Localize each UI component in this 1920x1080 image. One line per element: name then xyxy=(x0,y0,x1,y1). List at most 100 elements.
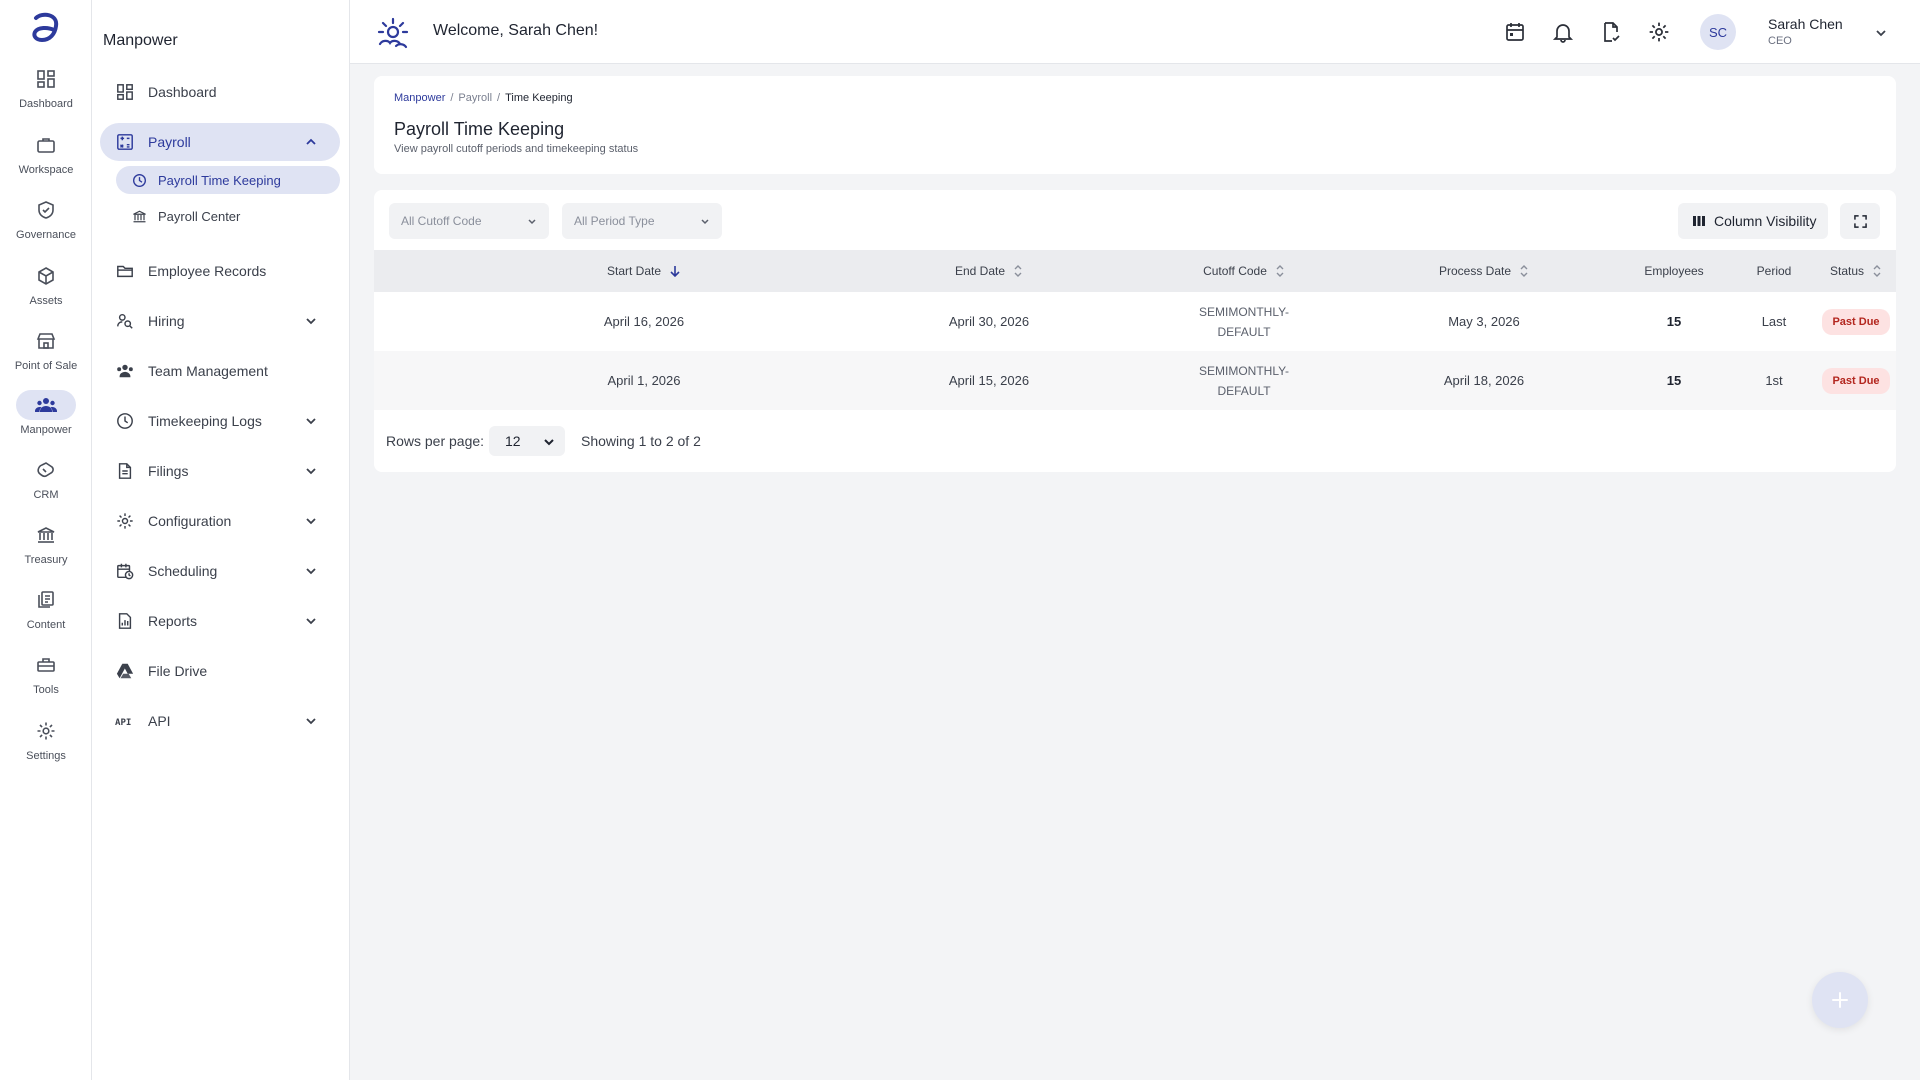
folder-open-icon xyxy=(114,260,136,282)
clock-icon xyxy=(130,171,148,189)
rows-per-page-select[interactable]: 12 xyxy=(489,426,565,456)
rail-item-treasury[interactable]: Treasury xyxy=(0,520,92,580)
add-fab-button[interactable] xyxy=(1812,972,1868,1028)
document-check-icon[interactable] xyxy=(1600,21,1622,43)
avatar[interactable]: SC xyxy=(1700,14,1736,50)
sidebar-item-payroll-center[interactable]: Payroll Center xyxy=(116,202,340,230)
store-icon xyxy=(16,326,76,356)
rows-per-page-label: Rows per page: xyxy=(386,433,485,449)
cell-status: Past Due xyxy=(1814,351,1896,410)
sidebar-item-configuration[interactable]: Configuration xyxy=(100,502,340,540)
sidebar-item-scheduling[interactable]: Scheduling xyxy=(100,552,340,590)
cell-start-date: April 1, 2026 xyxy=(607,372,681,388)
chevron-down-icon[interactable] xyxy=(304,714,318,728)
rail-item-point-of-sale[interactable]: Point of Sale xyxy=(0,326,92,386)
chevron-up-icon[interactable] xyxy=(304,135,318,149)
sidebar-item-file-drive[interactable]: File Drive xyxy=(100,652,340,690)
rows-per-page-value: 12 xyxy=(505,433,521,449)
sidebar-item-payroll[interactable]: Payroll xyxy=(100,123,340,161)
table-row[interactable]: April 16, 2026 April 30, 2026 SEMIMONTHL… xyxy=(374,292,1896,351)
page-subtitle: View payroll cutoff periods and timekeep… xyxy=(394,143,639,155)
drive-icon xyxy=(114,660,136,682)
sidebar-item-reports[interactable]: Reports xyxy=(100,602,340,640)
status-badge: Past Due xyxy=(1822,367,1890,394)
sidebar-item-team-management[interactable]: Team Management xyxy=(100,352,340,390)
rail-item-dashboard[interactable]: Dashboard xyxy=(0,64,92,124)
sidebar-item-hiring[interactable]: Hiring xyxy=(100,302,340,340)
rail-item-crm[interactable]: CRM xyxy=(0,455,92,515)
sidebar-item-label: API xyxy=(148,713,171,729)
sort-icon[interactable] xyxy=(1275,265,1285,277)
rail-item-workspace[interactable]: Workspace xyxy=(0,130,92,190)
chevron-down-icon[interactable] xyxy=(304,314,318,328)
cell-cutoff-code: SEMIMONTHLY- DEFAULT xyxy=(1198,304,1289,339)
app-logo-icon[interactable] xyxy=(28,10,64,46)
top-header: Welcome, Sarah Chen! SC Sarah Chen CEO xyxy=(350,0,1920,64)
chevron-down-icon[interactable] xyxy=(304,614,318,628)
rail-item-tools[interactable]: Tools xyxy=(0,650,92,710)
sidebar-item-label: Hiring xyxy=(148,313,185,329)
welcome-message: Welcome, Sarah Chen! xyxy=(433,22,599,39)
calendar-icon[interactable] xyxy=(1504,21,1526,43)
rail-item-manpower[interactable]: Manpower xyxy=(0,390,92,450)
bell-icon[interactable] xyxy=(1552,21,1574,43)
column-header-status[interactable]: Status xyxy=(1814,250,1896,292)
chevron-down-icon[interactable] xyxy=(304,514,318,528)
rail-item-content[interactable]: Content xyxy=(0,585,92,645)
module-sidebar: Manpower Dashboard Payroll Payroll Time … xyxy=(92,0,350,1080)
sidebar-item-label: Payroll Time Keeping xyxy=(158,172,281,188)
showing-count: Showing 1 to 2 of 2 xyxy=(581,433,701,449)
gear-icon xyxy=(16,716,76,746)
column-header-cutoff-code[interactable]: Cutoff Code xyxy=(1154,250,1334,292)
sidebar-item-employee-records[interactable]: Employee Records xyxy=(100,252,340,290)
sidebar-item-dashboard[interactable]: Dashboard xyxy=(100,73,340,111)
rail-label: Treasury xyxy=(24,554,68,566)
sidebar-item-filings[interactable]: Filings xyxy=(100,452,340,490)
arrow-down-icon[interactable] xyxy=(669,265,681,277)
sidebar-item-label: Scheduling xyxy=(148,563,218,579)
sidebar-item-label: Payroll xyxy=(148,134,191,150)
breadcrumb-payroll[interactable]: Payroll xyxy=(458,92,492,104)
dashboard-icon xyxy=(114,81,136,103)
chevron-down-icon[interactable] xyxy=(304,464,318,478)
gear-icon[interactable] xyxy=(1648,21,1670,43)
rail-label: CRM xyxy=(33,489,59,501)
cell-start-date: April 16, 2026 xyxy=(603,313,685,329)
shield-check-icon xyxy=(16,195,76,225)
document-icon xyxy=(114,460,136,482)
cutoff-code-filter[interactable]: All Cutoff Code xyxy=(389,203,549,239)
chevron-down-icon xyxy=(701,219,709,225)
column-header-end-date[interactable]: End Date xyxy=(824,250,1154,292)
clock-icon xyxy=(114,410,136,432)
cell-process-date: May 3, 2026 xyxy=(1448,313,1520,329)
rail-item-assets[interactable]: Assets xyxy=(0,261,92,321)
column-visibility-button[interactable]: Column Visibility xyxy=(1678,203,1828,239)
fullscreen-button[interactable] xyxy=(1840,203,1880,239)
api-icon: API xyxy=(114,710,136,732)
sort-icon[interactable] xyxy=(1872,265,1882,277)
breadcrumb-separator: / xyxy=(497,92,501,104)
table-row[interactable]: April 1, 2026 April 15, 2026 SEMIMONTHLY… xyxy=(374,351,1896,410)
rail-label: Settings xyxy=(26,750,66,762)
column-header-start-date[interactable]: Start Date xyxy=(464,250,824,292)
chevron-down-icon[interactable] xyxy=(304,564,318,578)
breadcrumb: Manpower / Payroll / Time Keeping xyxy=(394,92,573,104)
rail-item-governance[interactable]: Governance xyxy=(0,195,92,255)
sidebar-item-timekeeping-logs[interactable]: Timekeeping Logs xyxy=(100,402,340,440)
sort-icon[interactable] xyxy=(1013,265,1023,277)
rail-item-settings[interactable]: Settings xyxy=(0,716,92,776)
chevron-down-icon[interactable] xyxy=(1873,25,1889,41)
cutoff-table-card: All Cutoff Code All Period Type Column V… xyxy=(374,190,1896,472)
column-visibility-label: Column Visibility xyxy=(1714,213,1817,229)
column-header-process-date[interactable]: Process Date xyxy=(1334,250,1634,292)
sort-icon[interactable] xyxy=(1519,265,1529,277)
sidebar-item-label: Reports xyxy=(148,613,198,629)
people-icon xyxy=(16,390,76,420)
brand-icon xyxy=(376,16,410,50)
chevron-down-icon[interactable] xyxy=(304,414,318,428)
breadcrumb-current: Time Keeping xyxy=(505,92,573,104)
sidebar-item-api[interactable]: API API xyxy=(100,702,340,740)
period-type-filter[interactable]: All Period Type xyxy=(562,203,722,239)
sidebar-item-payroll-time-keeping[interactable]: Payroll Time Keeping xyxy=(116,166,340,194)
breadcrumb-manpower[interactable]: Manpower xyxy=(394,92,445,104)
